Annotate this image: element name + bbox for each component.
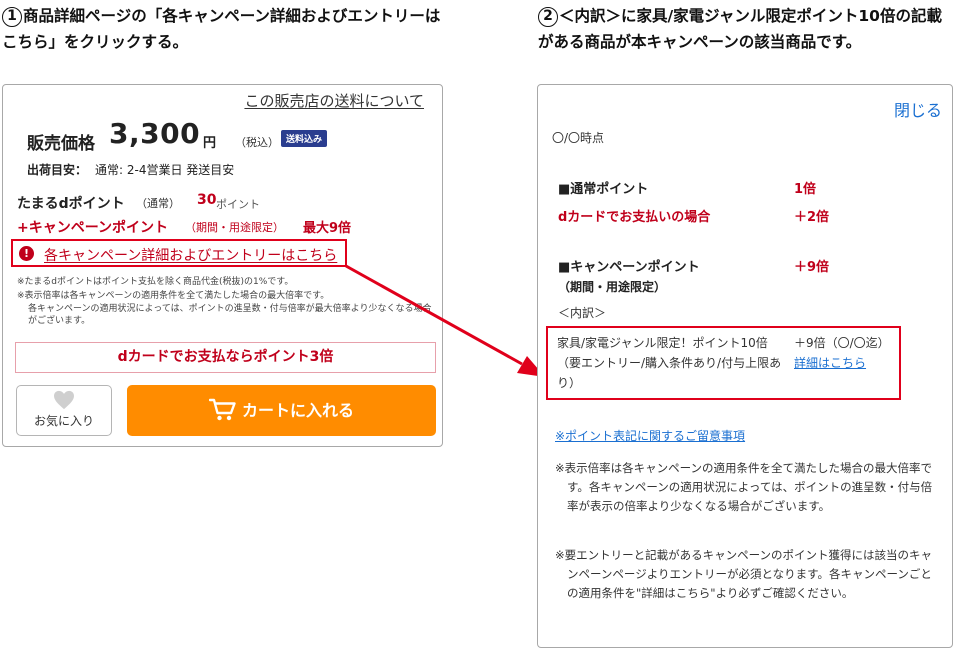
campaign-point-label: +キャンペーンポイント: [17, 220, 169, 236]
favorite-label: お気に入り: [33, 414, 94, 428]
shipping-estimate-label: 出荷目安：: [27, 163, 88, 177]
normal-point-label: ■通常ポイント: [558, 182, 649, 197]
product-notes: ※たまるdポイントはポイント支払を除く商品代金(税抜)の1%です。 ※表示倍率は…: [17, 277, 439, 329]
step1-number: 1: [2, 7, 22, 27]
product-note: ※たまるdポイントはポイント支払を除く商品代金(税抜)の1%です。: [17, 277, 294, 287]
favorite-button[interactable]: お気に入り: [16, 385, 112, 436]
point-breakdown-panel: 閉じる 〇/〇時点 ■通常ポイント 1倍 dカードでお支払いの場合 ＋2倍 ■キ…: [537, 84, 953, 648]
product-detail-panel: この販売店の送料について 販売価格 3,300 円 （税込） 送料込み 出荷目安…: [2, 84, 443, 447]
price-label: 販売価格: [27, 134, 95, 154]
as-of-date: 〇/〇時点: [552, 131, 605, 145]
campaign-point-sub: （期間・用途限定）: [558, 280, 667, 294]
dcard-point-value: ＋2倍: [794, 210, 830, 225]
cart-icon: [208, 398, 236, 421]
step1-heading: 1 商品詳細ページの「各キャンペーン詳細およびエントリーはこちら」をクリックする。: [2, 3, 442, 55]
normal-point-value: 1倍: [794, 182, 817, 197]
heart-icon: [54, 390, 74, 410]
info-icon: !: [19, 246, 34, 261]
free-shipping-badge: 送料込み: [281, 130, 328, 147]
price-tax: （税込）: [235, 136, 279, 149]
campaign-entry-highlight[interactable]: ! 各キャンペーン詳細およびエントリーはこちら: [11, 239, 347, 267]
campaign-point-max: 最大9倍: [303, 221, 352, 236]
close-button[interactable]: 閉じる: [894, 97, 942, 121]
shipping-estimate-value: 通常: 2-4営業日 発送目安: [95, 163, 235, 177]
shipping-fee-link[interactable]: この販売店の送料について: [244, 90, 424, 111]
step2-heading: 2 ＜内訳＞に家具/家電ジャンル限定ポイント10倍の記載がある商品が本キャンペーン…: [538, 3, 948, 55]
dcard-banner[interactable]: dカードでお支払ならポイント3倍: [15, 342, 436, 373]
price-value: 3,300: [109, 117, 201, 150]
step2-number: 2: [538, 7, 558, 27]
shipping-estimate: 出荷目安： 通常: 2-4営業日 発送目安: [27, 161, 234, 178]
product-note: 各キャンペーンの適用状況によっては、ポイントの進呈数・付与倍率が最大倍率より少な…: [28, 304, 432, 326]
campaign-detail-link[interactable]: 詳細はこちら: [794, 353, 866, 373]
campaign-entry-link[interactable]: 各キャンペーン詳細およびエントリーはこちら: [44, 245, 337, 265]
dpoint-label: たまるdポイント: [17, 196, 125, 212]
popup-note: ※要エントリーと記載があるキャンペーンのポイント獲得には該当のキャンペーンページ…: [555, 548, 933, 600]
step2-text: ＜内訳＞に家具/家電ジャンル限定ポイント10倍の記載がある商品が本キャンペーンの…: [538, 7, 942, 51]
limited-campaign-value: ＋9倍（〇/〇迄）: [794, 336, 890, 350]
point-notice-link[interactable]: ※ポイント表記に関するご留意事項: [555, 427, 745, 444]
add-to-cart-button[interactable]: カートに入れる: [127, 385, 436, 436]
campaign-point-value: ＋9倍: [794, 260, 830, 275]
dpoint-sub: （通常）: [136, 197, 180, 210]
dpoint-value: 30: [197, 192, 217, 208]
step1-text: 商品詳細ページの「各キャンペーン詳細およびエントリーはこちら」をクリックする。: [2, 7, 441, 51]
limited-campaign-highlight: 家具/家電ジャンル限定！ポイント10倍（要エントリー/購入条件あり/付与上限あり…: [546, 326, 901, 400]
campaign-point-sub: （期間・用途限定）: [185, 221, 284, 234]
breakdown-label: ＜内訳＞: [558, 306, 607, 320]
dpoint-unit: ポイント: [216, 198, 260, 211]
popup-note: ※表示倍率は各キャンペーンの適用条件を全て満たした場合の最大倍率です。各キャンペ…: [555, 461, 933, 513]
price-currency: 円: [203, 136, 217, 151]
dcard-point-label: dカードでお支払いの場合: [558, 210, 711, 225]
cart-label: カートに入れる: [241, 401, 354, 420]
campaign-point-label: ■キャンペーンポイント: [558, 260, 700, 275]
product-note: ※表示倍率は各キャンペーンの適用条件を全て満たした場合の最大倍率です。: [17, 290, 330, 301]
limited-campaign-text: 家具/家電ジャンル限定！ポイント10倍（要エントリー/購入条件あり/付与上限あり…: [557, 336, 782, 390]
